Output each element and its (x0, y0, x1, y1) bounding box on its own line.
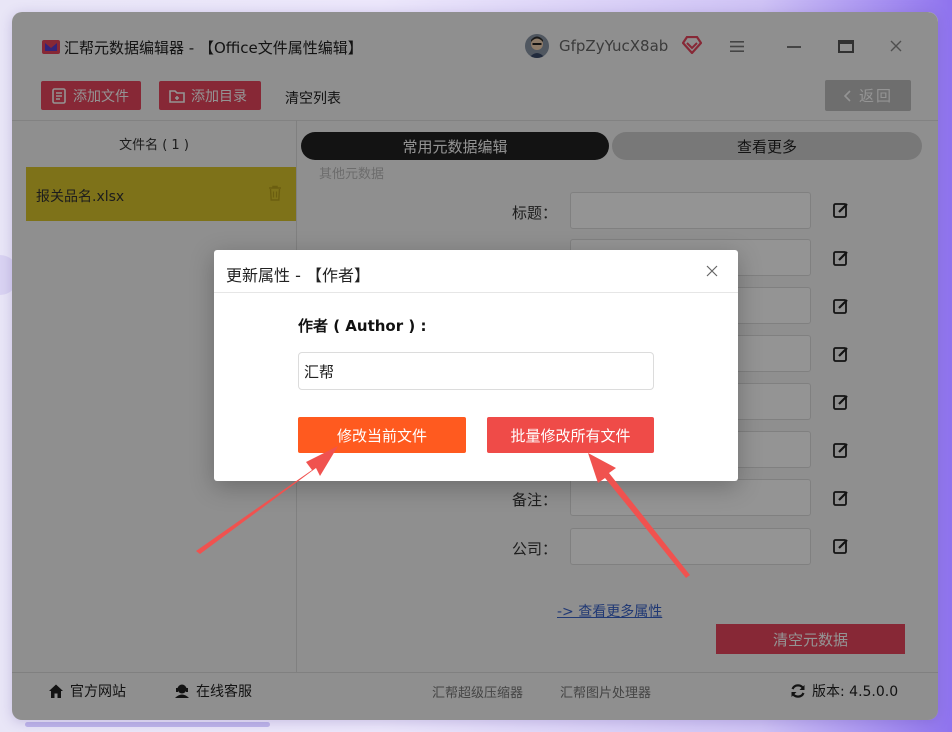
update-property-dialog: 更新属性 - 【作者】 作者 ( Author ) : 修改当前文件 批量修改所… (214, 250, 738, 481)
close-icon[interactable] (706, 265, 718, 277)
batch-modify-all-files-button[interactable]: 批量修改所有文件 (487, 417, 654, 453)
modify-current-file-button[interactable]: 修改当前文件 (298, 417, 466, 453)
background-strip (25, 722, 270, 727)
author-label: 作者 ( Author ) : (298, 317, 427, 335)
dialog-title: 更新属性 - 【作者】 (226, 266, 370, 285)
author-input[interactable] (298, 352, 654, 390)
divider (214, 292, 738, 293)
